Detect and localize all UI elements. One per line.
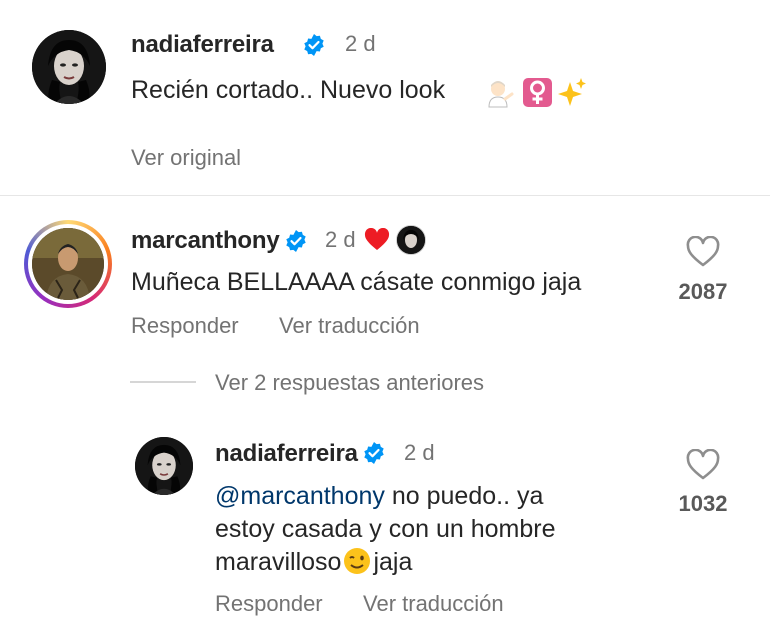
reply-time: 2 d	[404, 440, 435, 465]
reply-button[interactable]: Responder	[131, 313, 239, 339]
verified-badge-icon	[286, 230, 306, 252]
heart-outline-icon[interactable]	[686, 449, 720, 481]
heart-outline-icon[interactable]	[686, 236, 720, 268]
caption-time: 2 d	[345, 31, 376, 56]
avatar-image	[32, 30, 106, 104]
reply-text: @marcanthony no puedo.. ya estoy casada …	[215, 480, 635, 579]
comment-username[interactable]: marcanthony	[131, 227, 280, 255]
reply-translate-button[interactable]: Ver traducción	[363, 591, 504, 617]
reply-avatar[interactable]	[135, 437, 193, 495]
view-replies-button[interactable]: Ver 2 respuestas anteriores	[215, 370, 484, 396]
avatar-image	[135, 437, 193, 495]
caption-text: Recién cortado.. Nuevo look	[131, 76, 446, 104]
person-gesturing-emoji	[488, 81, 514, 108]
sparkles-emoji	[558, 78, 586, 106]
female-sign-emoji	[523, 78, 552, 107]
comments-page: nadiaferreira 2 d Recién cortado.. Nuevo…	[0, 0, 770, 632]
verified-badge-icon	[304, 34, 324, 56]
translate-button[interactable]: Ver traducción	[279, 313, 420, 339]
comment-text: Muñeca BELLAAAA cásate conmigo jaja	[131, 268, 582, 296]
see-original-link[interactable]: Ver original	[131, 145, 241, 171]
winking-face-emoji	[344, 548, 371, 574]
caption-username[interactable]: nadiaferreira	[131, 31, 274, 59]
reply-line-3: maravilloso jaja	[215, 546, 635, 579]
like-count: 2087	[678, 279, 728, 304]
post-caption: nadiaferreira 2 d Recién cortado.. Nuevo…	[0, 0, 770, 196]
red-heart-icon	[364, 228, 390, 250]
reply-line-3-text: maravilloso	[215, 548, 342, 576]
caption-avatar[interactable]	[32, 30, 106, 104]
view-replies-line	[130, 381, 196, 383]
comment-time: 2 d	[325, 227, 356, 252]
reply-line-2: estoy casada y con un hombre	[215, 515, 556, 543]
avatar-image	[32, 228, 104, 300]
mini-avatar-image	[397, 226, 425, 254]
verified-badge-icon	[364, 442, 384, 464]
reply-line-1-text: no puedo.. ya	[384, 482, 544, 510]
reply-like-count: 1032	[678, 491, 728, 516]
mention-link[interactable]: @marcanthony	[215, 482, 385, 510]
reply-line-1: @marcanthony no puedo.. ya	[215, 480, 635, 513]
comment-avatar[interactable]	[32, 228, 104, 300]
reply-username[interactable]: nadiaferreira	[215, 440, 358, 468]
reply-line-3-after: jaja	[373, 548, 413, 576]
author-liked-avatar	[396, 225, 426, 255]
caption-divider	[0, 195, 770, 196]
reply-reply-button[interactable]: Responder	[215, 591, 323, 617]
